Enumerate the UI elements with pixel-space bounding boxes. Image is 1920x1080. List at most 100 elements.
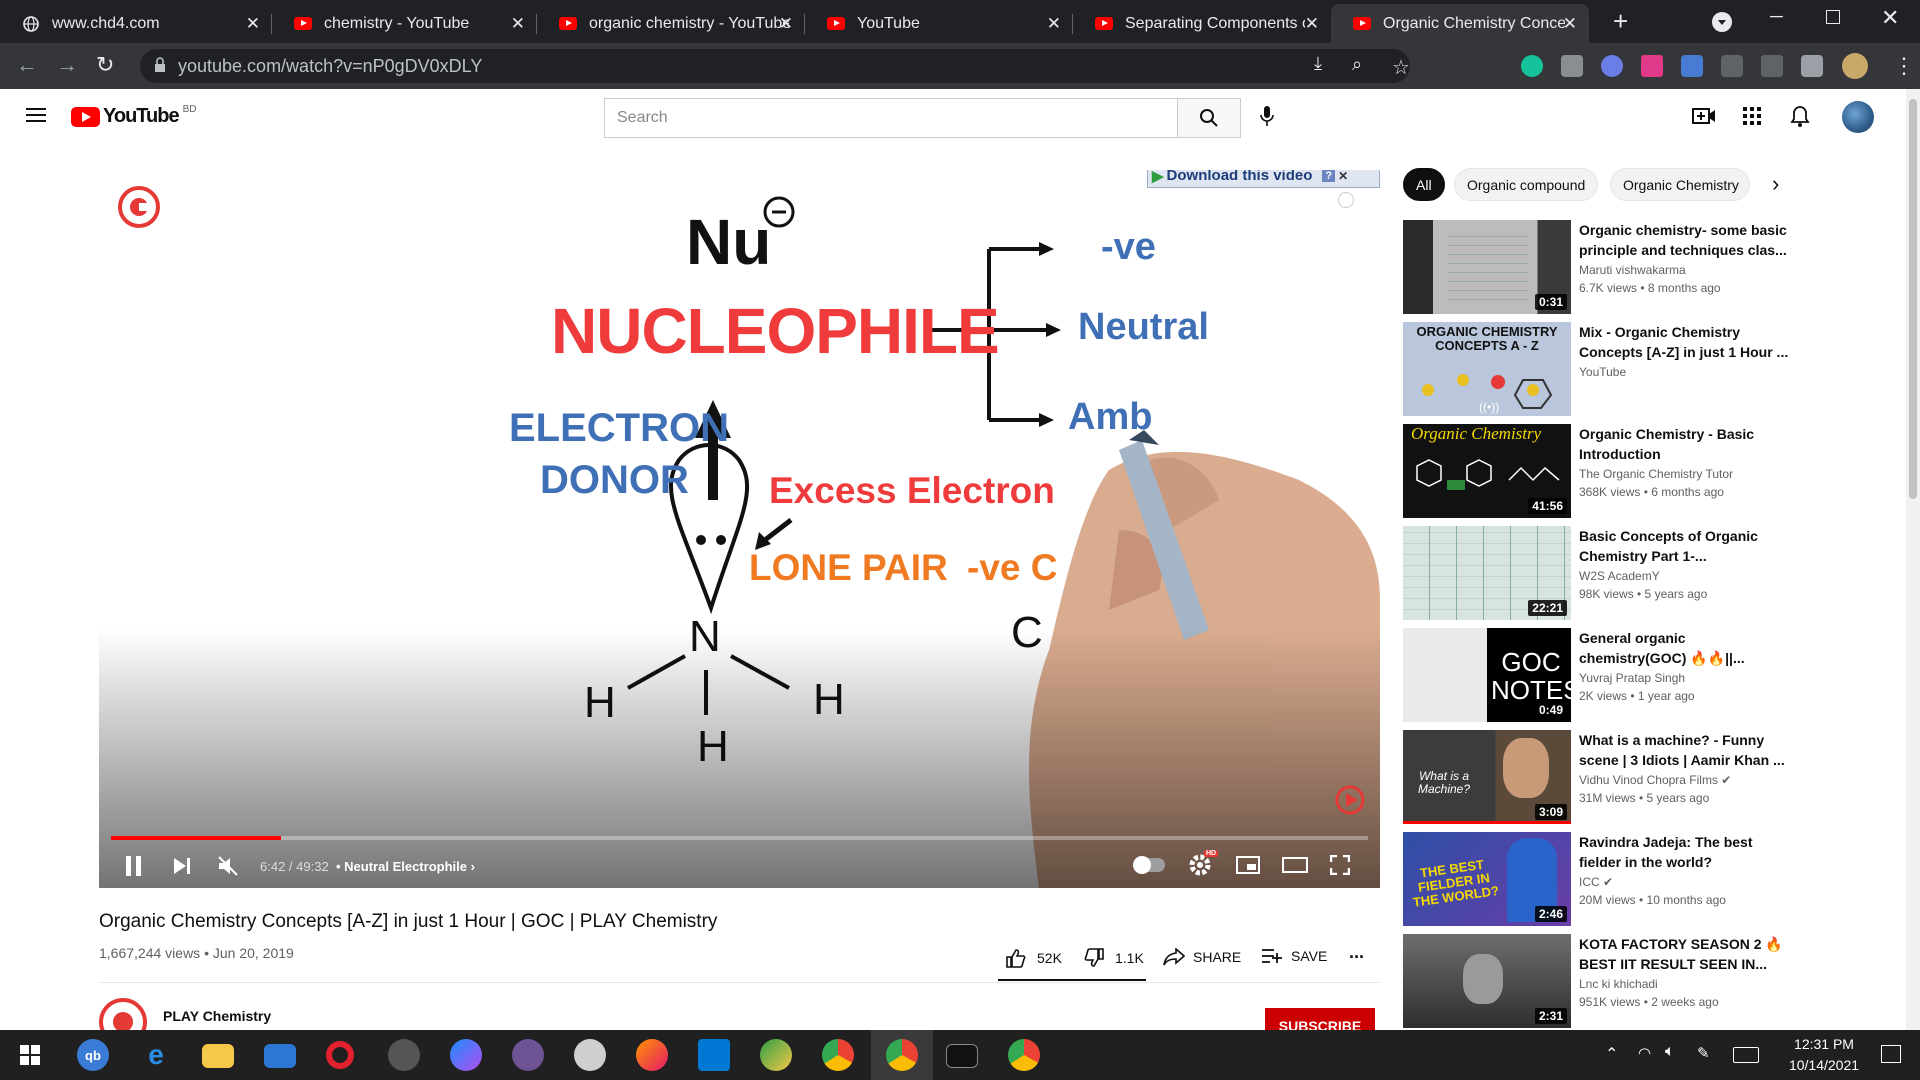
video-thumbnail[interactable]: Organic Chemistry 41:56 [1403, 424, 1571, 518]
video-thumbnail[interactable]: ORGANIC CHEMISTRY CONCEPTS A - Z ((•)) [1403, 322, 1571, 416]
related-video[interactable]: 22:21 Basic Concepts of Organic Chemistr… [1403, 526, 1913, 622]
related-video[interactable]: 2:31 KOTA FACTORY SEASON 2 🔥 BEST IIT RE… [1403, 934, 1913, 1030]
chrome-profile-app-icon[interactable] [1008, 1039, 1040, 1071]
miniplayer-icon[interactable] [1236, 856, 1260, 879]
grammarly-extension-icon[interactable] [1521, 55, 1543, 77]
create-video-icon[interactable] [1692, 107, 1716, 130]
file-explorer-icon[interactable] [202, 1044, 234, 1068]
channel-name[interactable]: PLAY Chemistry [163, 1008, 271, 1024]
chapter-title[interactable]: • Neutral Electrophile › [336, 859, 475, 874]
browser-tab[interactable]: YouTube ✕ [805, 4, 1073, 43]
close-window-icon[interactable]: ✕ [1881, 5, 1899, 31]
pen-ink-icon[interactable]: ✎ [1697, 1044, 1710, 1062]
camera-extension-icon[interactable] [1561, 55, 1583, 77]
like-button[interactable]: 52K [1005, 948, 1062, 968]
video-thumbnail[interactable]: 0:31 [1403, 220, 1571, 314]
close-tab-icon[interactable]: ✕ [1305, 14, 1319, 34]
network-icon[interactable]: ◠ [1638, 1044, 1651, 1062]
related-video[interactable]: 0:31 Organic chemistry- some basic princ… [1403, 220, 1913, 316]
chrome-menu-icon[interactable]: ⋮ [1893, 53, 1915, 79]
close-banner-icon[interactable]: ✕ [1338, 170, 1348, 183]
edge-app-icon[interactable]: e [140, 1039, 172, 1071]
save-button[interactable]: SAVE [1261, 948, 1327, 964]
satellite-app-icon[interactable] [388, 1039, 420, 1071]
video-thumbnail[interactable]: 22:21 [1403, 526, 1571, 620]
browser-tab[interactable]: chemistry - YouTube ✕ [272, 4, 537, 43]
chip-all[interactable]: All [1403, 168, 1445, 201]
address-bar[interactable]: youtube.com/watch?v=nP0gDV0xDLY ☆ ⌕ ⤓ [140, 49, 1410, 83]
video-player[interactable]: Nu NUCLEOPHILE -ve Neutral Amb ELECTRON … [99, 170, 1380, 888]
video-thumbnail[interactable]: 2:31 [1403, 934, 1571, 1028]
extension-icon[interactable] [1721, 55, 1743, 77]
video-thumbnail[interactable]: GOC NOTES 0:49 [1403, 628, 1571, 722]
fullscreen-icon[interactable] [1329, 854, 1351, 880]
video-thumbnail[interactable]: What is a Machine? 3:09 [1403, 730, 1571, 824]
vscode-app-icon[interactable] [698, 1039, 730, 1071]
messenger-app-icon[interactable] [450, 1039, 482, 1071]
hamburger-menu-icon[interactable] [26, 107, 46, 128]
bookmark-star-icon[interactable]: ☆ [1392, 55, 1410, 80]
video-thumbnail[interactable]: THE BEST FIELDER IN THE WORLD? 2:46 [1403, 832, 1571, 926]
restore-icon[interactable] [1826, 10, 1840, 24]
back-icon[interactable]: ← [16, 53, 38, 77]
close-tab-icon[interactable]: ✕ [779, 14, 793, 34]
forward-icon[interactable]: → [56, 53, 78, 77]
related-video[interactable]: GOC NOTES 0:49 General organic chemistry… [1403, 628, 1913, 724]
progress-bar[interactable] [111, 836, 1368, 840]
close-tab-icon[interactable]: ✕ [511, 14, 525, 34]
share-button[interactable]: SHARE [1163, 948, 1241, 966]
notifications-bell-icon[interactable] [1790, 105, 1810, 132]
app-icon[interactable] [760, 1039, 792, 1071]
chrome-app-icon[interactable] [822, 1039, 854, 1071]
apps-grid-icon[interactable] [1743, 107, 1761, 130]
downloader-extension-icon[interactable] [1681, 55, 1703, 77]
pause-icon[interactable] [125, 856, 143, 881]
pen-extension-icon[interactable] [1761, 55, 1783, 77]
clock-time[interactable]: 12:31 PM [1778, 1036, 1870, 1052]
github-desktop-icon[interactable] [512, 1039, 544, 1071]
opera-app-icon[interactable] [326, 1041, 354, 1069]
keyboard-icon[interactable] [1733, 1047, 1759, 1063]
browser-tab[interactable]: Separating Components of ✕ [1073, 4, 1331, 43]
info-icon[interactable] [1338, 192, 1354, 208]
chevron-right-icon[interactable]: › [1772, 171, 1779, 197]
autoplay-toggle[interactable] [1133, 856, 1165, 874]
account-avatar[interactable] [1842, 101, 1874, 133]
help-icon[interactable]: ? [1322, 170, 1336, 182]
related-mix[interactable]: ORGANIC CHEMISTRY CONCEPTS A - Z ((•)) M… [1403, 322, 1913, 418]
terminal-app-icon[interactable] [946, 1044, 978, 1068]
scrollbar-thumb[interactable] [1909, 99, 1917, 499]
channel-branding-icon[interactable] [1335, 785, 1365, 820]
play-extension-icon[interactable] [1641, 55, 1663, 77]
browser-tab-active[interactable]: Organic Chemistry Concepts ✕ [1331, 4, 1589, 43]
volume-icon[interactable]: 🔈︎ [1665, 1043, 1675, 1061]
page-scrollbar[interactable] [1906, 89, 1920, 1030]
notification-center-icon[interactable] [1881, 1045, 1901, 1063]
search-input[interactable]: Search [604, 98, 1178, 138]
profile-avatar[interactable] [1842, 53, 1868, 79]
chip-organic-chemistry[interactable]: Organic Chemistry [1610, 168, 1750, 201]
install-app-icon[interactable]: ⤓ [1314, 53, 1322, 74]
paint-app-icon[interactable] [574, 1039, 606, 1071]
show-hidden-icons-chevron-icon[interactable]: ⌃ [1605, 1044, 1618, 1064]
chip-organic-compound[interactable]: Organic compound [1454, 168, 1599, 201]
related-video[interactable]: Organic Chemistry 41:56 Organic Chemistr… [1403, 424, 1913, 520]
zoom-icon[interactable]: ⌕ [1352, 54, 1362, 75]
extension-icon[interactable] [1601, 55, 1623, 77]
settings-gear-icon[interactable] [1188, 853, 1212, 882]
close-tab-icon[interactable]: ✕ [1047, 14, 1061, 34]
puzzle-extensions-icon[interactable] [1801, 55, 1823, 77]
search-button[interactable] [1177, 98, 1241, 138]
browser-tab[interactable]: organic chemistry - YouTube ✕ [537, 4, 805, 43]
dislike-button[interactable]: 1.1K [1083, 948, 1144, 968]
qbittorrent-app-icon[interactable]: qb [77, 1039, 109, 1071]
close-tab-icon[interactable]: ✕ [246, 14, 260, 34]
youtube-logo[interactable]: YouTube BD [71, 104, 196, 128]
new-tab-plus-icon[interactable]: + [1613, 8, 1628, 34]
theater-mode-icon[interactable] [1282, 857, 1308, 878]
microphone-icon[interactable] [1259, 105, 1275, 132]
tab-search-icon[interactable] [1712, 12, 1732, 32]
chrome-app-icon-active[interactable] [886, 1039, 918, 1071]
next-video-icon[interactable] [173, 857, 191, 880]
clock-date[interactable]: 10/14/2021 [1778, 1057, 1870, 1073]
